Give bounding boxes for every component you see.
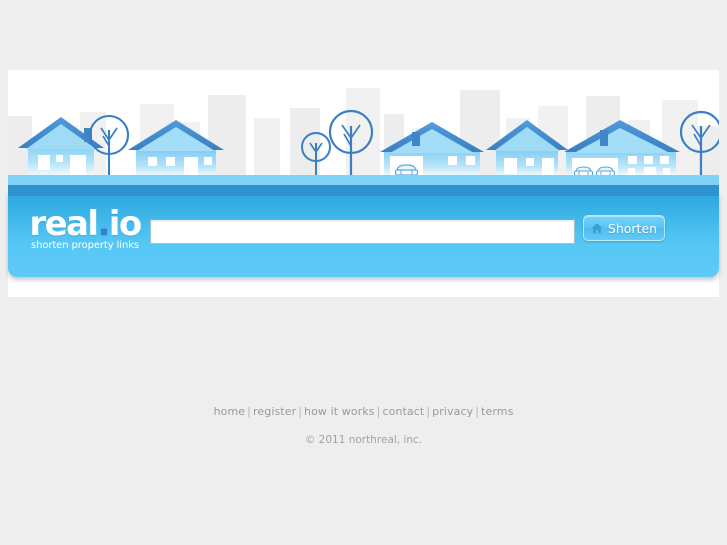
footer: home | register | how it works | contact | priva… xyxy=(0,405,727,446)
footer-link-terms[interactable]: terms xyxy=(481,405,513,418)
footer-separator: | xyxy=(247,405,251,418)
shorten-button[interactable]: Shorten xyxy=(583,215,665,241)
url-input[interactable] xyxy=(150,219,575,244)
footer-copyright: © 2011 northreal, inc. xyxy=(304,434,423,446)
ground-light xyxy=(8,175,719,185)
logo-text: real xyxy=(29,204,99,244)
logo-suffix: io xyxy=(108,204,142,244)
footer-separator: | xyxy=(426,405,431,418)
site-logo[interactable]: real.io shorten property links xyxy=(25,206,145,251)
car-3 xyxy=(595,166,616,177)
footer-separator: | xyxy=(475,405,480,418)
search-panel: real.io shorten property links Shorten xyxy=(8,193,719,277)
footer-link-privacy[interactable]: privacy xyxy=(432,405,473,418)
footer-link-home[interactable]: home xyxy=(214,405,246,418)
ground-stripe xyxy=(8,185,719,193)
footer-link-contact[interactable]: contact xyxy=(382,405,424,418)
logo-tagline: shorten property links xyxy=(30,240,140,251)
shorten-button-label: Shorten xyxy=(607,220,658,236)
car-1 xyxy=(394,164,419,176)
footer-links: home | register | how it works | contact | priva… xyxy=(0,405,727,418)
banner-svg xyxy=(8,70,719,193)
page-sheet: real.io shorten property links Shorten xyxy=(8,70,719,297)
home-icon xyxy=(591,223,603,233)
logo-dot: . xyxy=(97,204,110,244)
banner-illustration xyxy=(8,70,719,193)
footer-link-register[interactable]: register xyxy=(253,405,296,418)
logo-wordmark: real.io xyxy=(25,206,145,242)
footer-link-how-it-works[interactable]: how it works xyxy=(304,405,375,418)
footer-separator: | xyxy=(298,405,303,418)
panel-top-divider xyxy=(8,193,719,196)
car-2 xyxy=(573,166,594,177)
